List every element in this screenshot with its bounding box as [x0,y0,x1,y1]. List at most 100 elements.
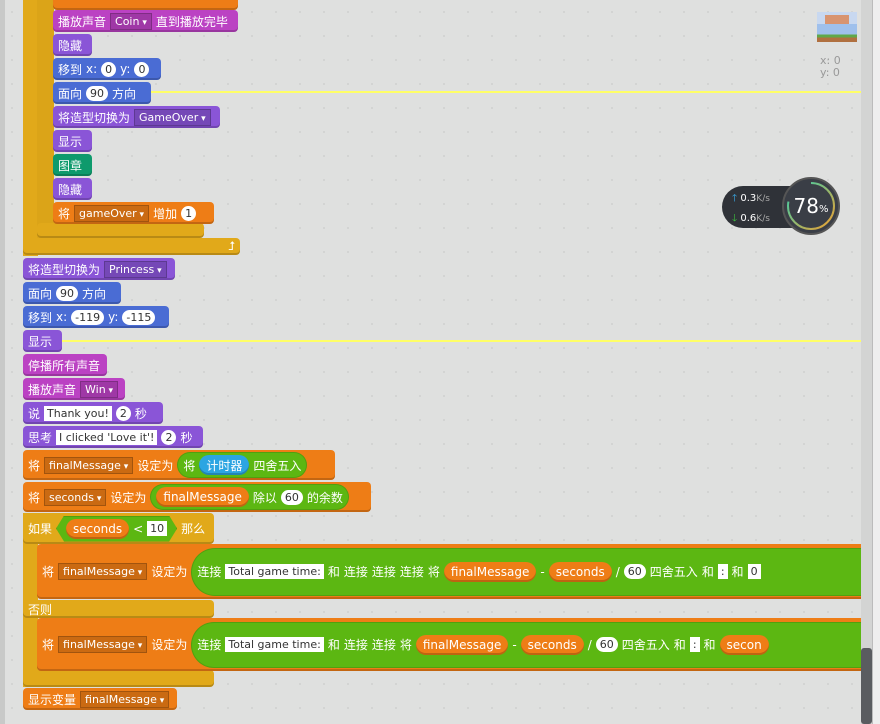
stage-thumbnail[interactable] [817,12,857,42]
unit: K/s [756,194,770,204]
set-variable-block[interactable]: 将finalMessage设定为 连接Total game time:和连接连接… [37,618,880,671]
variable-dropdown[interactable]: gameOver [74,204,150,222]
label: 连接 [197,638,222,652]
play-sound-until-done-block[interactable]: 播放声音Coin直到播放完毕 [53,10,238,32]
text-input[interactable]: : [689,637,700,652]
variable-reporter[interactable]: seconds [548,561,612,582]
set-block-partial[interactable] [53,0,238,10]
number-input[interactable]: 60 [595,637,618,652]
number-input[interactable]: 60 [280,489,303,505]
text-input[interactable]: : [717,564,728,579]
unit: K/s [756,214,770,224]
set-variable-block[interactable]: 将finalMessage设定为 将计时器四舍五入 [23,450,335,480]
variable-reporter[interactable]: seconds [66,519,129,539]
mod-reporter[interactable]: finalMessage 除以 60 的余数 [150,484,349,510]
label: 否则 [28,603,53,617]
label: 和 [673,638,686,652]
amount-input[interactable]: 1 [181,205,197,221]
variable-dropdown[interactable]: seconds [44,488,107,506]
number-input[interactable]: 60 [623,564,646,579]
show-block[interactable]: 显示 [53,130,92,152]
scrollbar-thumb[interactable] [861,648,872,724]
variable-reporter[interactable]: seconds [520,634,584,655]
sound-dropdown[interactable]: Coin [110,12,152,30]
think-for-secs-block[interactable]: 思考 I clicked 'Love it'! 2 秒 [23,426,203,448]
if-else-block[interactable]: 如果 seconds <10 那么 [23,513,214,544]
vertical-scrollbar[interactable] [861,0,872,724]
go-to-xy-block[interactable]: 移到 x: 0 y: 0 [53,58,161,80]
label: 隐藏 [58,38,83,53]
label: 增加 [153,206,178,221]
variable-dropdown[interactable]: finalMessage [80,690,170,708]
label: 显示 [28,334,53,349]
left-border [0,0,5,724]
direction-input[interactable]: 90 [56,285,79,301]
switch-costume-block[interactable]: 将造型切换为 GameOver [53,106,220,128]
label: 连接 [371,565,396,579]
label: < [133,521,144,536]
label: 秒 [134,406,147,421]
secs-input[interactable]: 2 [161,429,177,445]
sound-dropdown[interactable]: Win [80,380,119,398]
play-sound-block[interactable]: 播放声音 Win [23,378,125,400]
x-input[interactable]: 0 [101,61,117,77]
variable-reporter[interactable]: finalMessage [156,487,249,507]
variable-reporter[interactable]: secon [719,634,769,655]
label: 显示 [58,134,83,149]
change-variable-block[interactable]: 将gameOver增加1 [53,202,214,224]
variable-dropdown[interactable]: finalMessage [58,636,148,653]
direction-input[interactable]: 90 [86,85,109,101]
set-variable-block[interactable]: 将finalMessage设定为 连接Total game time:和连接连接… [37,544,880,599]
upload-speed: 0.3 [740,193,757,204]
label: 方向 [82,286,107,301]
switch-costume-block[interactable]: 将造型切换为 Princess [23,258,175,280]
label: 设定为 [110,490,147,505]
variable-dropdown[interactable]: finalMessage [58,563,148,580]
hide-block[interactable]: 隐藏 [53,178,92,200]
variable-dropdown[interactable]: finalMessage [44,456,134,474]
show-block[interactable]: 显示 [23,330,62,352]
timer-reporter[interactable]: 计时器 [199,455,250,475]
message-input[interactable]: Thank you! [44,405,112,421]
less-than-reporter[interactable]: seconds <10 [56,516,177,542]
show-variable-block[interactable]: 显示变量 finalMessage [23,688,177,710]
text-input[interactable]: Total game time: [225,564,324,579]
say-for-secs-block[interactable]: 说 Thank you! 2 秒 [23,402,163,424]
label: 方向 [112,86,137,101]
join-reporter[interactable]: 连接 Total game time: 和连接 连接 连接将 finalMessage - s… [191,547,875,596]
variable-reporter[interactable]: finalMessage [443,561,537,582]
go-to-xy-block[interactable]: 移到 x: -119 y: -115 [23,306,169,328]
hide-block[interactable]: 隐藏 [53,34,92,56]
label: 直到播放完毕 [155,14,228,29]
x-input[interactable]: -119 [71,309,105,325]
secs-input[interactable]: 2 [115,405,131,421]
set-variable-block[interactable]: 将seconds设定为 finalMessage除以60的余数 [23,482,371,512]
costume-dropdown[interactable]: Princess [104,260,167,278]
point-in-direction-block[interactable]: 面向 90 方向 [23,282,121,304]
join-reporter[interactable]: 连接 Total game time: 和连接 连接将 finalMessage - sec… [191,621,875,668]
point-in-direction-block[interactable]: 面向 90 方向 [53,82,151,104]
outer-loop-bottom: ⮥ [23,238,240,255]
round-reporter[interactable]: 将计时器 四舍五入 [177,452,308,478]
label: 那么 [181,522,206,536]
stop-all-sounds-block[interactable]: 停播所有声音 [23,354,107,376]
stage-y-coord: y: 0 [820,66,840,79]
text-input[interactable]: Total game time: [225,637,324,652]
stamp-block[interactable]: 图章 [53,154,92,176]
label: 将 [28,458,41,473]
label: 连接 [343,565,368,579]
y-input[interactable]: -115 [122,309,156,325]
variable-reporter[interactable]: finalMessage [415,634,509,655]
message-input[interactable]: I clicked 'Love it'! [56,429,158,445]
text-input[interactable]: 0 [747,564,761,579]
costume-dropdown[interactable]: GameOver [134,108,211,126]
label: 四舍五入 [649,565,698,579]
y-input[interactable]: 0 [134,61,150,77]
loop-arrow-icon: ⮥ [227,239,235,253]
if-else-bottom [23,670,214,687]
label: y: [108,310,119,324]
label: 除以 [252,490,277,505]
label: 面向 [28,286,53,301]
number-input[interactable]: 10 [147,521,167,536]
label: 播放声音 [58,14,107,29]
